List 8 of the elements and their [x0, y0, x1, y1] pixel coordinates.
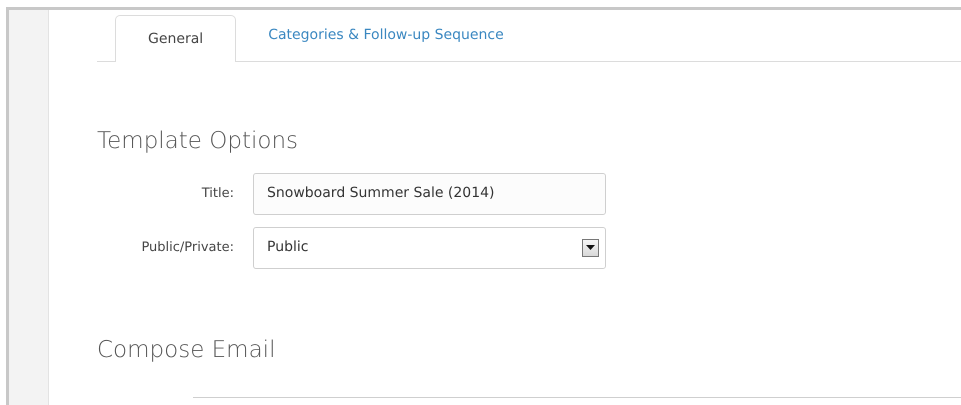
tab[interactable]: General	[115, 15, 236, 62]
title-field[interactable]: Snowboard Summer Sale (2014)	[253, 172, 606, 214]
field-label: Title:	[200, 184, 234, 203]
field-label: Public/Private:	[140, 238, 234, 257]
visibility-dropdown[interactable]: Public	[253, 226, 606, 268]
section-heading: Template Options	[97, 127, 298, 156]
section-heading: Compose Email	[97, 336, 276, 364]
tab[interactable]: Categories & Follow-up Sequence	[236, 15, 536, 62]
